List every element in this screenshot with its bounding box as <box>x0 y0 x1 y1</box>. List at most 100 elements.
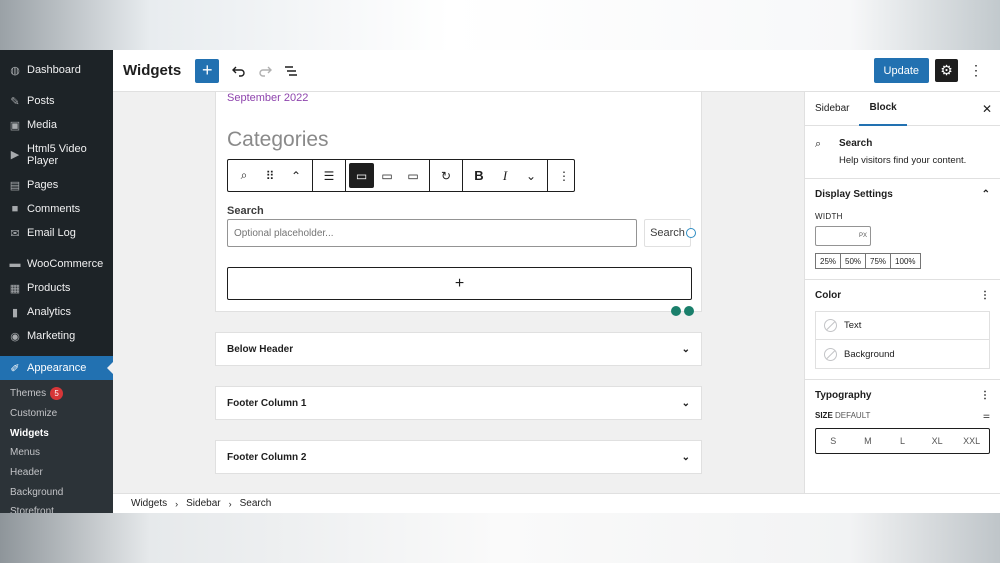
add-block-button[interactable]: + <box>195 58 220 83</box>
menu-item-dashboard[interactable]: ◍ Dashboard <box>0 58 113 82</box>
menu-item-products[interactable]: ▦ Products <box>0 276 113 300</box>
color-list: Text Background <box>815 311 990 369</box>
typography-options-icon[interactable]: ⋮ <box>980 390 990 401</box>
color-label: Background <box>844 348 895 360</box>
editor-header: Widgets + Update ⚙ ⋮ <box>113 50 1000 92</box>
toggle-label-icon[interactable]: ▭ <box>349 163 374 188</box>
search-block-label[interactable]: Search <box>227 205 264 217</box>
color-label: Text <box>844 320 862 331</box>
move-up-down-icon[interactable]: ⌃ <box>283 160 309 191</box>
background-bottom <box>0 513 1000 563</box>
search-placeholder-input[interactable]: Optional placeholder... <box>227 219 637 247</box>
chevron-down-icon[interactable]: ⌄ <box>518 160 544 191</box>
marketing-icon: ◉ <box>10 330 20 343</box>
bold-icon[interactable]: B <box>466 160 492 191</box>
tab-block[interactable]: Block <box>859 92 907 126</box>
menu-item-comments[interactable]: ■ Comments <box>0 197 113 221</box>
settings-sidebar: Sidebar Block ✕ ⌕ Search Help visitors f… <box>804 92 1000 493</box>
update-button[interactable]: Update <box>873 58 929 83</box>
widget-area-footer-1[interactable]: Footer Column 1 ⌄ <box>215 386 702 420</box>
submenu-label: Themes <box>10 388 47 400</box>
menu-label: Products <box>27 282 71 294</box>
size-option-m[interactable]: M <box>851 429 886 453</box>
block-toolbar: ⌕ ⠿ ⌃ ☰ ▭ ▭ ▭ ↻ B I ⌄ ⋮ <box>227 159 575 192</box>
menu-item-media[interactable]: ▣ Media <box>0 113 113 137</box>
tab-sidebar[interactable]: Sidebar <box>815 92 849 126</box>
submenu-background[interactable]: Background <box>0 482 113 502</box>
button-position-icon[interactable]: ▭ <box>374 160 400 191</box>
align-icon[interactable]: ☰ <box>316 160 342 191</box>
text-color-option[interactable]: Text <box>816 312 989 340</box>
background-color-option[interactable]: Background <box>816 340 989 368</box>
button-only-icon[interactable]: ▭ <box>400 160 426 191</box>
dashboard-icon: ◍ <box>10 64 20 77</box>
color-swatch <box>824 347 837 361</box>
drag-handle-icon[interactable]: ⠿ <box>257 160 283 191</box>
archive-date-link[interactable]: September 2022 <box>227 92 308 104</box>
menu-item-video-player[interactable]: ▶ Html5 Video Player <box>0 137 113 173</box>
typography-panel: Typography ⋮ SIZE DEFAULT ⚌ S M L XL XXL <box>805 380 1000 464</box>
more-options-icon[interactable]: ⋮ <box>964 59 988 83</box>
size-option-s[interactable]: S <box>816 429 851 453</box>
submenu-customize[interactable]: Customize <box>0 404 113 424</box>
menu-item-analytics[interactable]: ▮ Analytics <box>0 300 113 324</box>
size-default: DEFAULT <box>835 411 871 420</box>
breadcrumb-item[interactable]: Widgets <box>131 498 167 509</box>
menu-item-pages[interactable]: ▤ Pages <box>0 173 113 197</box>
toolbar-group-format: B I ⌄ <box>463 160 548 191</box>
width-100-button[interactable]: 100% <box>890 253 921 269</box>
width-50-button[interactable]: 50% <box>840 253 867 269</box>
display-settings-panel: Display Settings ⌃ WIDTH PX 25% 50% 75% … <box>805 179 1000 280</box>
toolbar-group-label: ▭ ▭ ▭ <box>346 160 430 191</box>
settings-gear-icon[interactable]: ⚙ <box>935 59 958 82</box>
menu-label: Email Log <box>27 227 76 239</box>
submenu-widgets[interactable]: Widgets <box>0 423 113 443</box>
use-button-icon-icon[interactable]: ↻ <box>433 160 459 191</box>
custom-size-icon[interactable]: ⚌ <box>983 411 990 420</box>
section-title: Display Settings <box>815 189 893 200</box>
block-appender-button[interactable]: + <box>227 267 692 300</box>
background-top <box>0 0 1000 50</box>
breadcrumb-item[interactable]: Search <box>240 498 272 509</box>
width-75-button[interactable]: 75% <box>865 253 892 269</box>
chevron-down-icon[interactable]: ⌄ <box>682 398 690 409</box>
menu-item-posts[interactable]: ✎ Posts <box>0 89 113 113</box>
width-25-button[interactable]: 25% <box>815 253 842 269</box>
display-settings-toggle[interactable]: Display Settings ⌃ <box>815 189 990 200</box>
size-option-xl[interactable]: XL <box>920 429 955 453</box>
toolbar-group-align: ☰ <box>313 160 346 191</box>
submenu-storefront[interactable]: Storefront <box>0 502 113 513</box>
menu-label: Posts <box>27 95 55 107</box>
categories-heading[interactable]: Categories <box>227 128 329 152</box>
breadcrumb-item[interactable]: Sidebar <box>186 498 220 509</box>
size-option-xxl[interactable]: XXL <box>954 429 989 453</box>
undo-icon[interactable] <box>227 59 251 83</box>
menu-item-marketing[interactable]: ◉ Marketing <box>0 324 113 348</box>
chevron-down-icon[interactable]: ⌄ <box>682 344 690 355</box>
menu-item-woocommerce[interactable]: ▬ WooCommerce <box>0 252 113 276</box>
search-button[interactable]: Search <box>644 219 691 247</box>
block-description: Help visitors find your content. <box>839 155 967 166</box>
search-block-icon[interactable]: ⌕ <box>231 160 257 191</box>
pages-icon: ▤ <box>9 179 21 192</box>
list-view-icon[interactable] <box>279 59 303 83</box>
size-option-l[interactable]: L <box>885 429 920 453</box>
redo-icon[interactable] <box>253 59 277 83</box>
width-input[interactable]: PX <box>815 226 871 246</box>
page-title: Widgets <box>123 62 182 79</box>
widget-area-title: Below Header <box>227 343 294 355</box>
italic-icon[interactable]: I <box>492 160 518 191</box>
widget-area-footer-2[interactable]: Footer Column 2 ⌄ <box>215 440 702 474</box>
submenu-header[interactable]: Header <box>0 463 113 483</box>
submenu-menus[interactable]: Menus <box>0 443 113 463</box>
menu-item-appearance[interactable]: ✐ Appearance <box>0 356 113 380</box>
font-size-picker: S M L XL XXL <box>815 428 990 454</box>
resize-handle[interactable] <box>686 228 696 238</box>
color-options-icon[interactable]: ⋮ <box>980 290 990 301</box>
submenu-themes[interactable]: Themes 5 <box>0 384 113 404</box>
widget-area-below-header[interactable]: Below Header ⌄ <box>215 332 702 366</box>
close-icon[interactable]: ✕ <box>982 102 992 116</box>
block-options-icon[interactable]: ⋮ <box>551 160 577 191</box>
chevron-down-icon[interactable]: ⌄ <box>682 452 690 463</box>
menu-item-email-log[interactable]: ✉ Email Log <box>0 221 113 245</box>
